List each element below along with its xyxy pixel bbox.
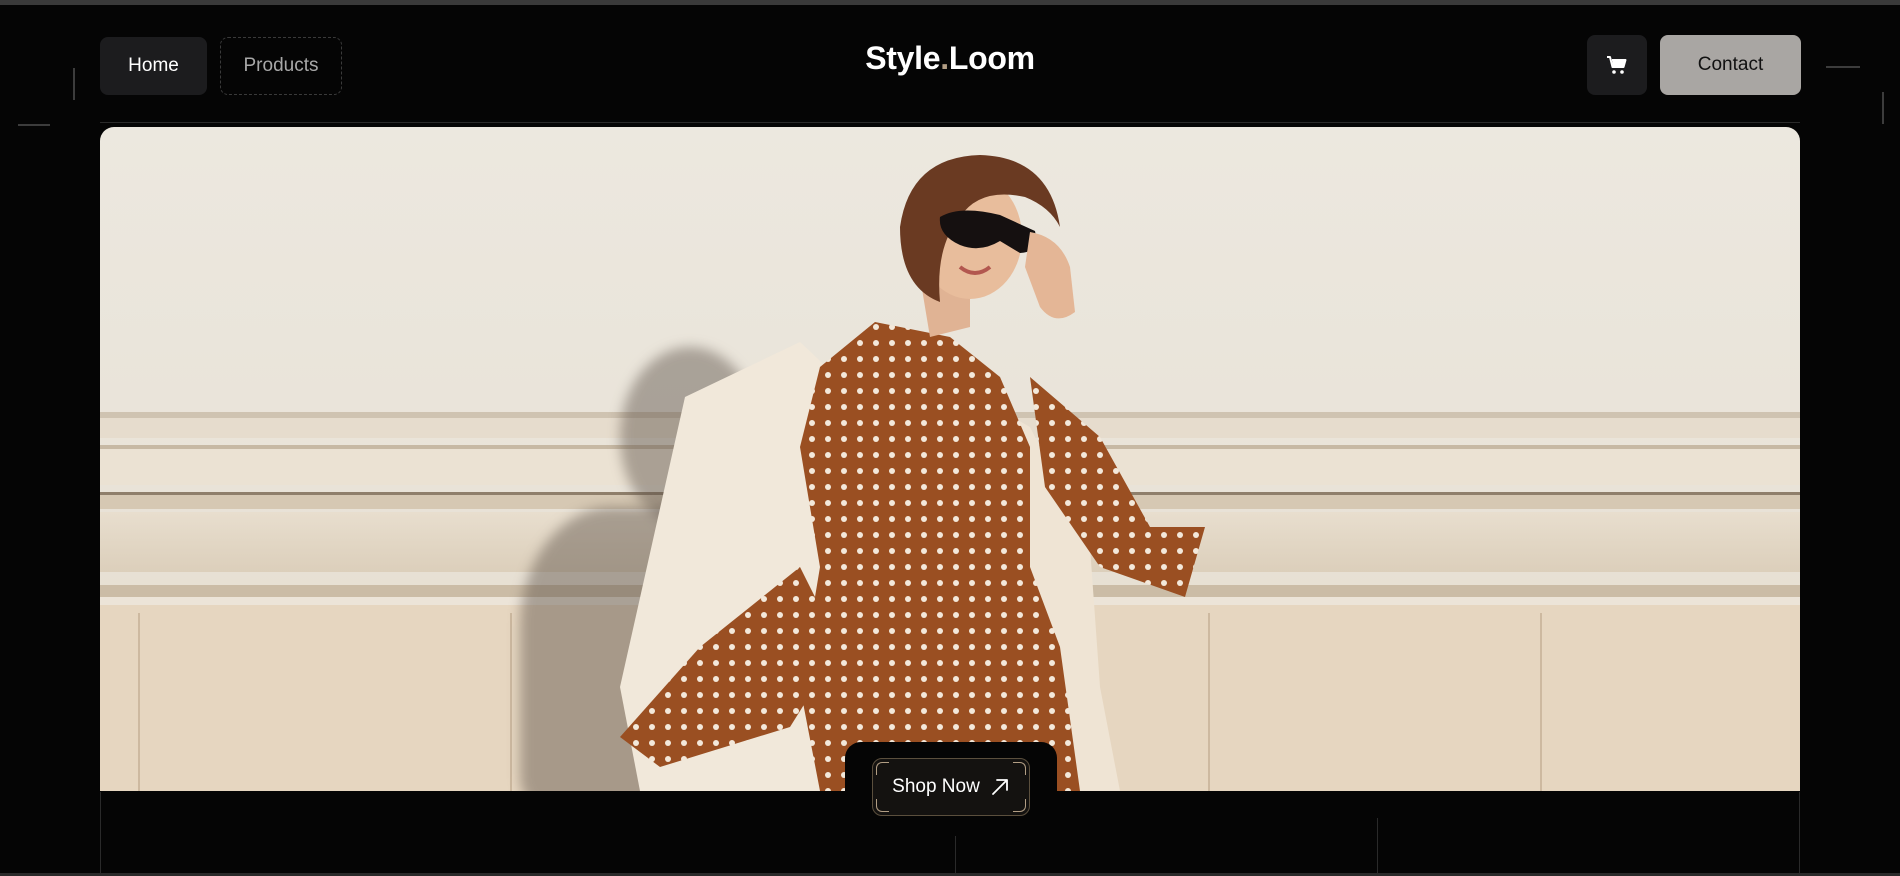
cta-corner [876,799,889,812]
cta-corner [1013,799,1026,812]
cta-corner [1013,762,1026,775]
cart-button[interactable] [1587,35,1647,95]
logo-text-style: Style [865,40,941,76]
decorative-line [955,836,956,876]
contact-button[interactable]: Contact [1660,35,1801,95]
decorative-line [100,792,101,876]
shopping-cart-icon [1607,56,1627,74]
logo-text-loom: Loom [948,40,1035,76]
shop-now-button[interactable]: Shop Now [872,758,1030,816]
decorative-line [100,122,1800,123]
decorative-line [1882,92,1884,124]
window-top-bar [0,0,1900,5]
decorative-line [1799,792,1800,876]
logo-dot: . [940,40,949,76]
decorative-line [1377,818,1378,876]
hero-image [100,127,1800,791]
shop-now-label: Shop Now [892,776,980,797]
arrow-up-right-icon [991,779,1008,795]
decorative-line [18,124,50,126]
model-figure [620,155,1205,791]
contact-label: Contact [1697,54,1764,75]
cta-corner [876,762,889,775]
